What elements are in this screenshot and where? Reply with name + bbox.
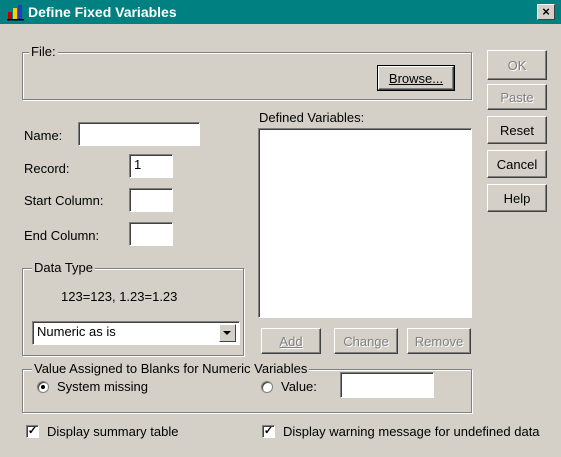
end-column-label: End Column:: [24, 228, 100, 243]
cancel-button[interactable]: Cancel: [487, 150, 547, 178]
paste-button-label: Paste: [500, 89, 534, 105]
value-label: Value:: [281, 379, 317, 394]
data-type-select[interactable]: Numeric as is: [32, 321, 240, 345]
data-type-selected: Numeric as is: [37, 324, 116, 339]
change-button[interactable]: Change: [334, 328, 398, 354]
warning-message-checkbox[interactable]: ✓: [262, 425, 275, 438]
warning-message-label: Display warning message for undefined da…: [283, 424, 540, 439]
blanks-legend: Value Assigned to Blanks for Numeric Var…: [32, 361, 310, 377]
name-label: Name:: [24, 128, 63, 143]
defined-variables-label: Defined Variables:: [259, 110, 365, 125]
ok-button-label: OK: [507, 57, 527, 73]
end-column-field[interactable]: [129, 222, 173, 246]
file-group-legend: File:: [29, 44, 58, 60]
add-button[interactable]: Add: [261, 328, 321, 354]
radio-selected-dot: [41, 385, 45, 389]
checkmark-icon: ✓: [27, 425, 38, 437]
cancel-button-label: Cancel: [496, 156, 538, 172]
help-button[interactable]: Help: [487, 184, 547, 212]
record-field[interactable]: 1: [129, 154, 173, 178]
system-missing-radio[interactable]: [37, 381, 49, 393]
reset-button-label: Reset: [500, 122, 534, 138]
system-missing-label: System missing: [57, 379, 149, 394]
close-button[interactable]: ×: [537, 4, 555, 20]
data-type-dropdown-button[interactable]: [219, 324, 236, 342]
blank-value-field[interactable]: [340, 372, 434, 398]
summary-table-label: Display summary table: [47, 424, 179, 439]
add-button-label: Add: [279, 333, 303, 349]
ok-button[interactable]: OK: [487, 50, 547, 80]
name-field[interactable]: [78, 122, 200, 146]
close-icon: ×: [542, 4, 550, 19]
checkmark-icon: ✓: [263, 425, 274, 437]
browse-button[interactable]: Browse...: [377, 65, 455, 91]
paste-button[interactable]: Paste: [487, 84, 547, 110]
reset-button[interactable]: Reset: [487, 116, 547, 144]
value-radio[interactable]: [261, 381, 273, 393]
start-column-field[interactable]: [129, 188, 173, 212]
help-button-label: Help: [503, 190, 531, 206]
browse-button-label: Browse...: [388, 70, 444, 86]
data-type-legend: Data Type: [32, 260, 96, 276]
start-column-label: Start Column:: [24, 193, 104, 208]
data-type-example: 123=123, 1.23=1.23: [61, 289, 178, 304]
chevron-down-icon: [223, 331, 231, 335]
defined-variables-list[interactable]: [258, 128, 472, 318]
remove-button[interactable]: Remove: [407, 328, 471, 354]
summary-table-checkbox[interactable]: ✓: [26, 425, 39, 438]
window-title: Define Fixed Variables: [28, 4, 177, 20]
change-button-label: Change: [343, 333, 389, 349]
remove-button-label: Remove: [414, 333, 464, 349]
app-icon: [6, 3, 26, 21]
record-label: Record:: [24, 161, 70, 176]
